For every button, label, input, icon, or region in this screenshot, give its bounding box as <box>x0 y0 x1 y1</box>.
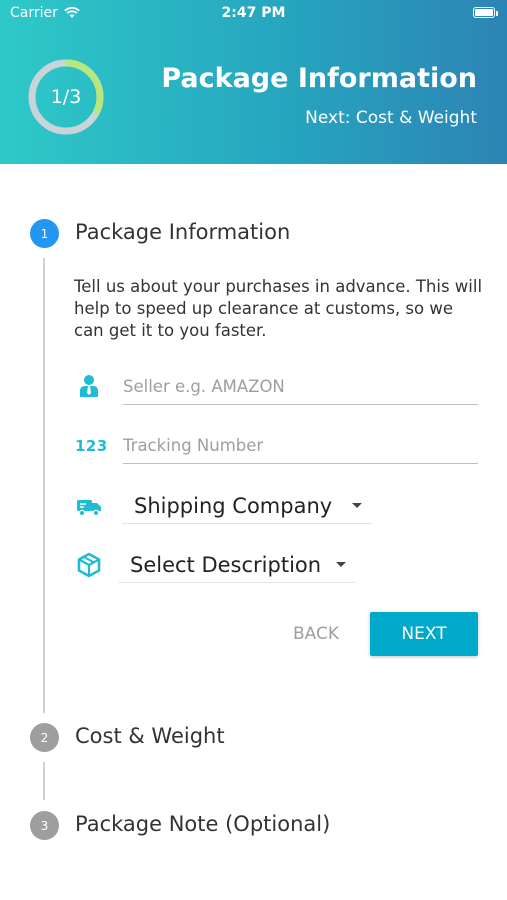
description-dropdown[interactable]: Select Description <box>118 547 356 583</box>
header: Carrier 2:47 PM 1/3 Package Information … <box>0 0 507 164</box>
step-connector-2 <box>43 762 45 800</box>
page-title: Package Information <box>161 63 477 94</box>
shipping-company-selected: Shipping Company <box>134 493 333 518</box>
status-bar: Carrier 2:47 PM <box>0 0 507 28</box>
status-time: 2:47 PM <box>221 5 286 21</box>
progress-label: 1/3 <box>50 86 82 108</box>
back-button[interactable]: BACK <box>274 612 358 656</box>
step-1-circle[interactable]: 1 <box>30 219 59 248</box>
seller-person-icon <box>80 375 98 397</box>
123-icon: 123 <box>75 437 108 455</box>
step-description: Tell us about your purchases in advance.… <box>74 277 483 340</box>
step-1-title[interactable]: Package Information <box>75 220 290 244</box>
description-selected: Select Description <box>130 552 322 577</box>
package-box-icon <box>77 552 101 578</box>
next-button[interactable]: NEXT <box>370 612 478 656</box>
chevron-down-icon <box>352 503 362 508</box>
step-2-title[interactable]: Cost & Weight <box>75 724 225 748</box>
battery-tip <box>496 11 498 16</box>
step-3-title[interactable]: Package Note (Optional) <box>75 812 330 836</box>
seller-input[interactable] <box>123 369 478 405</box>
shipping-company-dropdown[interactable]: Shipping Company <box>122 488 372 524</box>
delivery-truck-icon <box>77 500 101 517</box>
battery-icon <box>473 7 495 18</box>
tracking-number-input[interactable] <box>123 428 478 464</box>
step-2-circle[interactable]: 2 <box>30 723 59 752</box>
next-step-subtitle: Next: Cost & Weight <box>305 108 477 128</box>
chevron-down-icon <box>336 562 346 567</box>
step-3-circle[interactable]: 3 <box>30 811 59 840</box>
step-connector-1 <box>43 258 45 713</box>
